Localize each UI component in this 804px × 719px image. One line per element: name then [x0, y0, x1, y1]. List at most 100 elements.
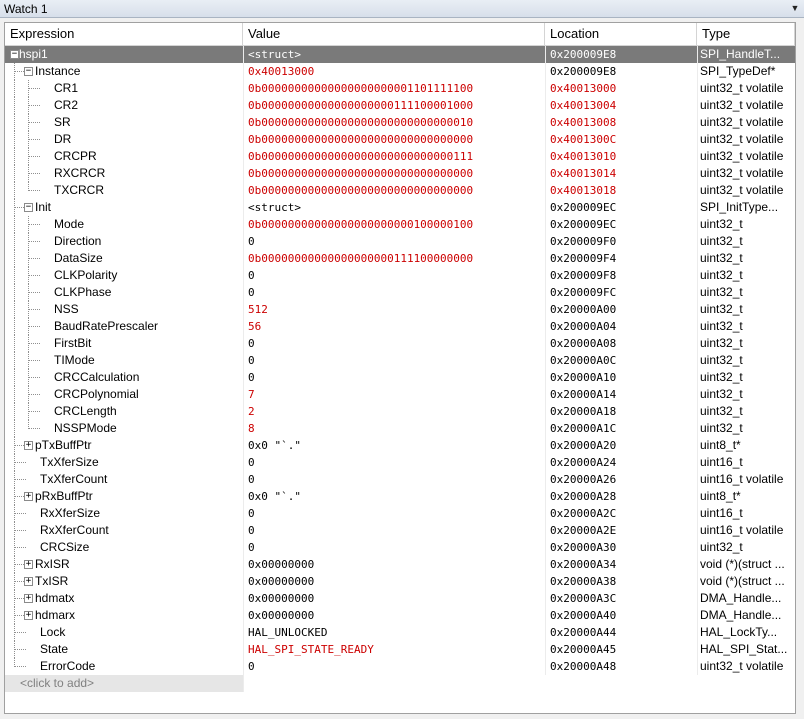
column-header-value[interactable]: Value: [243, 23, 545, 45]
watch-row[interactable]: RXCRCR 0b00000000000000000000000000000000…: [5, 165, 795, 182]
value-cell[interactable]: 0: [243, 454, 545, 471]
value-cell[interactable]: 0: [243, 369, 545, 386]
watch-row[interactable]: + pRxBuffPtr 0x0 "`." 0x20000A28 uint8_t*: [5, 488, 795, 505]
value-cell[interactable]: 0b00000000000000000000000000000000: [243, 182, 545, 199]
value-cell[interactable]: 0x00000000: [243, 590, 545, 607]
value-cell[interactable]: 0: [243, 505, 545, 522]
watch-row[interactable]: CRCCalculation 0 0x20000A10 uint32_t: [5, 369, 795, 386]
watch-row[interactable]: CRCPolynomial 7 0x20000A14 uint32_t: [5, 386, 795, 403]
expand-icon[interactable]: +: [24, 492, 33, 501]
value-cell[interactable]: 0b00000000000000000000000100000100: [243, 216, 545, 233]
value-cell[interactable]: <struct>: [243, 46, 545, 63]
column-header-location[interactable]: Location: [545, 23, 697, 45]
watch-row[interactable]: CR2 0b00000000000000000000111100001000 0x4…: [5, 97, 795, 114]
value-cell[interactable]: 2: [243, 403, 545, 420]
watch-row[interactable]: RxXferCount 0 0x20000A2E uint16_t volatile: [5, 522, 795, 539]
type-cell: DMA_Handle...: [697, 607, 795, 624]
watch-row[interactable]: SR 0b00000000000000000000000000000010 0x40…: [5, 114, 795, 131]
value-cell[interactable]: 0: [243, 658, 545, 675]
value-cell[interactable]: 0: [243, 284, 545, 301]
value-cell[interactable]: 0b00000000000000000000000000000000: [243, 165, 545, 182]
value-cell[interactable]: 512: [243, 301, 545, 318]
watch-row[interactable]: DataSize 0b000000000000000000001111000000…: [5, 250, 795, 267]
watch-row[interactable]: + TxISR 0x00000000 0x20000A38 void (*)(struc…: [5, 573, 795, 590]
value-cell[interactable]: 0x00000000: [243, 607, 545, 624]
watch-row[interactable]: CR1 0b00000000000000000000001101111100 0x4…: [5, 80, 795, 97]
watch-row[interactable]: ErrorCode 0 0x20000A48 uint32_t volatile: [5, 658, 795, 675]
column-header-row: Expression Value Location Type: [5, 23, 795, 46]
expression-name: CLKPolarity: [54, 268, 118, 282]
expand-icon[interactable]: +: [24, 560, 33, 569]
location-cell: 0x20000A0C: [545, 352, 697, 369]
watch-row[interactable]: CRCLength 2 0x20000A18 uint32_t: [5, 403, 795, 420]
collapse-icon[interactable]: −: [10, 50, 19, 59]
collapse-icon[interactable]: −: [24, 67, 33, 76]
expand-icon[interactable]: +: [24, 441, 33, 450]
watch-row[interactable]: TXCRCR 0b00000000000000000000000000000000…: [5, 182, 795, 199]
value-cell[interactable]: 0b00000000000000000000000000000010: [243, 114, 545, 131]
tree-line: [14, 216, 15, 233]
type-cell: SPI_HandleT...: [697, 46, 795, 63]
value-cell[interactable]: HAL_UNLOCKED: [243, 624, 545, 641]
watch-row[interactable]: CLKPhase 0 0x200009FC uint32_t: [5, 284, 795, 301]
watch-row[interactable]: TIMode 0 0x20000A0C uint32_t: [5, 352, 795, 369]
watch-row[interactable]: NSSPMode 8 0x20000A1C uint32_t: [5, 420, 795, 437]
watch-row[interactable]: Lock HAL_UNLOCKED 0x20000A44 HAL_LockTy...: [5, 624, 795, 641]
watch-row[interactable]: TxXferSize 0 0x20000A24 uint16_t: [5, 454, 795, 471]
watch-row[interactable]: Mode 0b00000000000000000000000100000100 0x…: [5, 216, 795, 233]
value-cell[interactable]: 0: [243, 539, 545, 556]
watch-row[interactable]: + pTxBuffPtr 0x0 "`." 0x20000A20 uint8_t*: [5, 437, 795, 454]
watch-row[interactable]: Direction 0 0x200009F0 uint32_t: [5, 233, 795, 250]
value-cell[interactable]: 0x0 "`.": [243, 488, 545, 505]
watch-row[interactable]: − hspi1 <struct> 0x200009E8 SPI_HandleT...: [5, 46, 795, 63]
value-cell[interactable]: 8: [243, 420, 545, 437]
watch-row[interactable]: CRCPR 0b00000000000000000000000000000111 0…: [5, 148, 795, 165]
value-cell[interactable]: 0x00000000: [243, 573, 545, 590]
value-cell[interactable]: 0x40013000: [243, 63, 545, 80]
watch-row[interactable]: + hdmatx 0x00000000 0x20000A3C DMA_Handle...: [5, 590, 795, 607]
value-cell[interactable]: 0x0 "`.": [243, 437, 545, 454]
watch-row[interactable]: DR 0b00000000000000000000000000000000 0x40…: [5, 131, 795, 148]
watch-row[interactable]: NSS 512 0x20000A00 uint32_t: [5, 301, 795, 318]
value-cell[interactable]: 0b00000000000000000000000000000000: [243, 131, 545, 148]
value-cell[interactable]: 7: [243, 386, 545, 403]
value-cell[interactable]: 0b00000000000000000000111100000000: [243, 250, 545, 267]
value-cell[interactable]: 0: [243, 335, 545, 352]
value-cell[interactable]: HAL_SPI_STATE_READY: [243, 641, 545, 658]
expression-name: SR: [54, 115, 71, 129]
value-cell[interactable]: 0: [243, 471, 545, 488]
watch-row[interactable]: − Instance 0x40013000 0x200009E8 SPI_TypeDef…: [5, 63, 795, 80]
type-cell: SPI_InitType...: [697, 199, 795, 216]
value-cell[interactable]: 56: [243, 318, 545, 335]
value-cell[interactable]: 0: [243, 267, 545, 284]
watch-row[interactable]: FirstBit 0 0x20000A08 uint32_t: [5, 335, 795, 352]
watch-row[interactable]: − Init <struct> 0x200009EC SPI_InitType...: [5, 199, 795, 216]
expression-cell: + RxISR: [5, 556, 243, 573]
value-cell[interactable]: 0b00000000000000000000111100001000: [243, 97, 545, 114]
chevron-down-icon[interactable]: ▼: [788, 1, 802, 15]
watch-row[interactable]: + hdmarx 0x00000000 0x20000A40 DMA_Handle...: [5, 607, 795, 624]
value-cell[interactable]: 0: [243, 352, 545, 369]
expand-icon[interactable]: +: [24, 577, 33, 586]
add-expression-input[interactable]: <click to add>: [5, 675, 243, 692]
expand-icon[interactable]: +: [24, 594, 33, 603]
expand-icon[interactable]: +: [24, 611, 33, 620]
value-cell[interactable]: 0: [243, 233, 545, 250]
value-cell[interactable]: <struct>: [243, 199, 545, 216]
watch-row[interactable]: CLKPolarity 0 0x200009F8 uint32_t: [5, 267, 795, 284]
watch-row[interactable]: State HAL_SPI_STATE_READY 0x20000A45 HAL_SP…: [5, 641, 795, 658]
watch-row[interactable]: BaudRatePrescaler 56 0x20000A04 uint32_t: [5, 318, 795, 335]
watch-row[interactable]: TxXferCount 0 0x20000A26 uint16_t volatile: [5, 471, 795, 488]
add-expression-row[interactable]: <click to add>: [5, 675, 795, 692]
value-cell[interactable]: 0b00000000000000000000001101111100: [243, 80, 545, 97]
value-cell[interactable]: 0b00000000000000000000000000000111: [243, 148, 545, 165]
collapse-icon[interactable]: −: [24, 203, 33, 212]
watch-row[interactable]: + RxISR 0x00000000 0x20000A34 void (*)(struc…: [5, 556, 795, 573]
watch-row[interactable]: CRCSize 0 0x20000A30 uint32_t: [5, 539, 795, 556]
value-cell[interactable]: 0: [243, 522, 545, 539]
column-header-expression[interactable]: Expression: [5, 23, 243, 45]
watch-window-titlebar: Watch 1 ▼: [0, 0, 804, 18]
column-header-type[interactable]: Type: [697, 23, 795, 45]
watch-row[interactable]: RxXferSize 0 0x20000A2C uint16_t: [5, 505, 795, 522]
value-cell[interactable]: 0x00000000: [243, 556, 545, 573]
